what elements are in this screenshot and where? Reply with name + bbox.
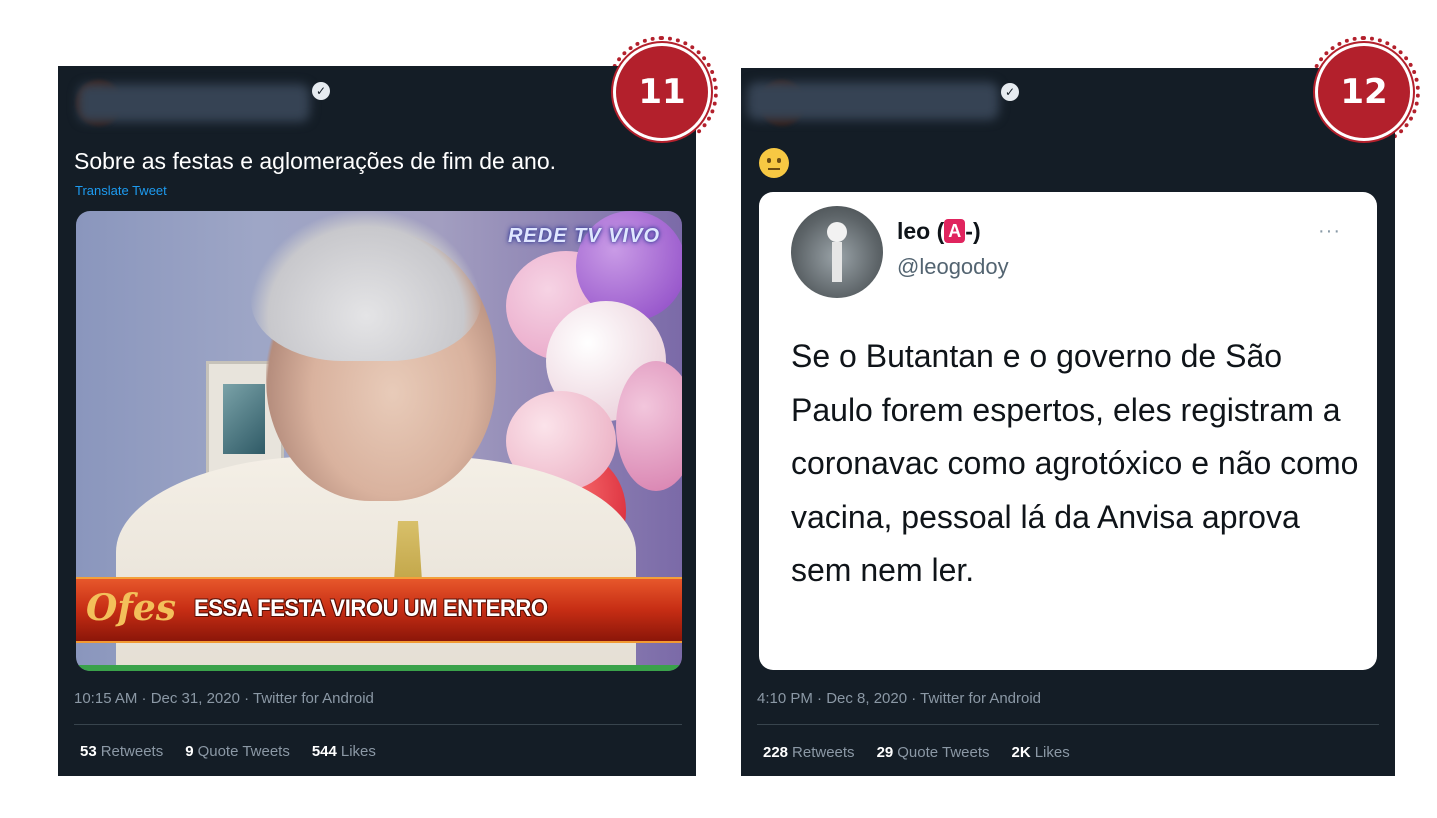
tweet-card-1: ✓ Sobre as festas e aglomerações de fim … bbox=[58, 66, 696, 776]
tv-caption-text: ESSA FESTA VIROU UM ENTERRO bbox=[194, 595, 548, 622]
tweet-text: Sobre as festas e aglomerações de fim de… bbox=[74, 148, 557, 174]
quote-tweets-stat[interactable]: 29 Quote Tweets bbox=[877, 744, 990, 761]
translate-tweet-link[interactable]: Translate Tweet bbox=[75, 183, 167, 198]
likes-stat[interactable]: 544 Likes bbox=[312, 743, 376, 760]
username-redacted[interactable] bbox=[78, 84, 310, 122]
quoted-user-name[interactable]: leo (A -) bbox=[897, 218, 981, 245]
verified-icon: ✓ bbox=[1001, 83, 1019, 101]
divider bbox=[757, 724, 1379, 725]
balloon bbox=[616, 361, 682, 491]
quote-tweets-stat[interactable]: 9 Quote Tweets bbox=[185, 743, 290, 760]
number-badge-12: 12 bbox=[1308, 36, 1420, 148]
quoted-tweet[interactable]: leo (A -) @leogodoy ··· Se o Butantan e o… bbox=[759, 192, 1377, 670]
quoted-tweet-text: Se o Butantan e o governo de São Paulo f… bbox=[791, 338, 1359, 588]
tweet-stats: 228 Retweets 29 Quote Tweets 2K Likes bbox=[763, 744, 1070, 761]
divider bbox=[74, 724, 682, 725]
a-button-emoji-icon: A bbox=[944, 219, 966, 243]
tweet-timestamp[interactable]: 10:15 AM · Dec 31, 2020 · Twitter for An… bbox=[74, 690, 374, 707]
tweet-media-image[interactable]: REDE TV VIVO Ofes ESSA FESTA VIROU UM EN… bbox=[76, 211, 682, 671]
tv-channel-logo: REDE TV VIVO bbox=[507, 225, 660, 247]
media-bottom-edge bbox=[76, 665, 682, 671]
neutral-face-emoji-icon bbox=[759, 148, 789, 178]
likes-stat[interactable]: 2K Likes bbox=[1012, 744, 1070, 761]
quoted-user-handle[interactable]: @leogodoy bbox=[897, 254, 1009, 280]
verified-icon: ✓ bbox=[312, 82, 330, 100]
tweet-stats: 53 Retweets 9 Quote Tweets 544 Likes bbox=[80, 743, 376, 760]
show-logo: Ofes bbox=[86, 587, 177, 629]
number-badge-11: 11 bbox=[606, 36, 718, 148]
quoted-user-avatar[interactable] bbox=[791, 206, 883, 298]
tv-caption-banner: Ofes ESSA FESTA VIROU UM ENTERRO bbox=[76, 577, 682, 643]
retweets-stat[interactable]: 53 Retweets bbox=[80, 743, 163, 760]
retweets-stat[interactable]: 228 Retweets bbox=[763, 744, 855, 761]
username-redacted[interactable] bbox=[747, 82, 999, 120]
tweet-timestamp[interactable]: 4:10 PM · Dec 8, 2020 · Twitter for Andr… bbox=[757, 690, 1041, 707]
more-options-icon[interactable]: ··· bbox=[1318, 220, 1341, 243]
tweet-card-2: ✓ leo (A -) @leogodoy ··· Se o Butantan e… bbox=[741, 68, 1395, 776]
person-hair bbox=[251, 211, 481, 361]
